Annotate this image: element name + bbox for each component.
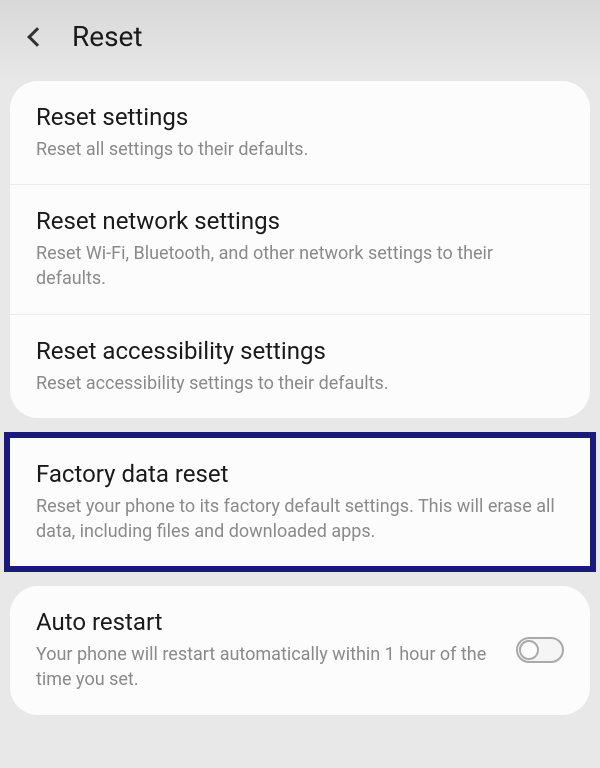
item-desc: Reset all settings to their defaults. <box>36 137 564 162</box>
item-title: Reset network settings <box>36 207 564 235</box>
factory-data-reset-item[interactable]: Factory data reset Reset your phone to i… <box>10 438 590 566</box>
back-icon[interactable] <box>27 27 47 47</box>
reset-settings-item[interactable]: Reset settings Reset all settings to the… <box>10 81 590 185</box>
toggle-knob <box>519 640 539 660</box>
item-desc: Reset your phone to its factory default … <box>36 494 564 544</box>
reset-accessibility-item[interactable]: Reset accessibility settings Reset acces… <box>10 315 590 418</box>
auto-restart-item[interactable]: Auto restart Your phone will restart aut… <box>10 586 590 714</box>
reset-options-card: Reset settings Reset all settings to the… <box>10 81 590 418</box>
auto-restart-card: Auto restart Your phone will restart aut… <box>10 586 590 714</box>
item-title: Reset accessibility settings <box>36 337 564 365</box>
item-title: Reset settings <box>36 103 564 131</box>
auto-restart-text: Auto restart Your phone will restart aut… <box>36 608 516 692</box>
item-desc: Your phone will restart automatically wi… <box>36 642 496 692</box>
page-title: Reset <box>72 20 143 53</box>
item-title: Auto restart <box>36 608 496 636</box>
factory-reset-highlight: Factory data reset Reset your phone to i… <box>4 432 596 572</box>
auto-restart-toggle[interactable] <box>516 637 564 663</box>
reset-network-item[interactable]: Reset network settings Reset Wi-Fi, Blue… <box>10 185 590 314</box>
header: Reset <box>0 0 600 81</box>
item-desc: Reset Wi-Fi, Bluetooth, and other networ… <box>36 241 564 291</box>
item-desc: Reset accessibility settings to their de… <box>36 371 564 396</box>
item-title: Factory data reset <box>36 460 564 488</box>
